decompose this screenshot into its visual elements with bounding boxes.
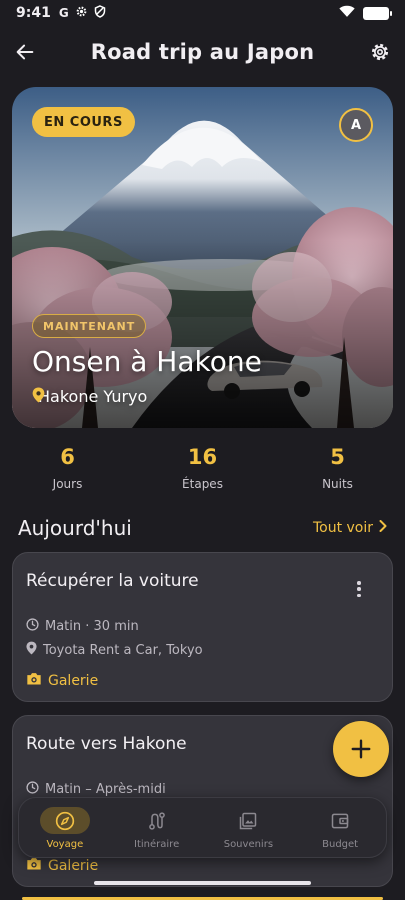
home-indicator[interactable] <box>94 881 311 885</box>
now-badge: MAINTENANT <box>32 314 147 338</box>
nav-label: Itinéraire <box>134 839 180 850</box>
nav-item-budget[interactable]: Budget <box>294 798 386 857</box>
more-vert-icon[interactable] <box>352 579 366 599</box>
status-right <box>339 5 392 22</box>
route-icon <box>132 807 182 834</box>
gallery-label: Galerie <box>48 857 99 874</box>
nav-item-itineraire[interactable]: Itinéraire <box>111 798 203 857</box>
card-place-label: Toyota Rent a Car, Tokyo <box>43 642 203 658</box>
card-time-label: Matin – Après-midi <box>45 782 166 797</box>
card-time: Matin · 30 min <box>26 618 139 635</box>
trip-stats: 6 Jours 16 Étapes 5 Nuits <box>0 445 405 495</box>
battery-icon <box>363 6 392 20</box>
stat-value: 6 <box>60 445 75 469</box>
add-photo-icon <box>26 671 42 690</box>
card-time-label: Matin · 30 min <box>45 619 139 634</box>
nav-item-souvenirs[interactable]: Souvenirs <box>203 798 295 857</box>
gallery-label: Galerie <box>48 672 99 689</box>
clock-icon <box>26 781 39 798</box>
stat-label: Nuits <box>322 477 353 491</box>
card-title: Route vers Hakone <box>26 734 187 754</box>
gear-icon <box>75 5 88 21</box>
arrow-left-icon[interactable] <box>10 37 40 67</box>
section-title: Aujourd'hui <box>18 516 132 540</box>
google-icon: G <box>58 6 69 20</box>
see-all-label: Tout voir <box>312 520 373 536</box>
nav-label: Voyage <box>46 839 84 850</box>
today-section-header: Aujourd'hui Tout voir <box>18 515 387 541</box>
card-time: Matin – Après-midi <box>26 781 166 798</box>
shield-icon <box>94 5 106 21</box>
nav-label: Souvenirs <box>223 839 274 850</box>
current-stop-title: Onsen à Hakone <box>32 345 262 378</box>
bottom-strip <box>0 888 405 900</box>
stat-stops: 16 Étapes <box>135 445 270 495</box>
gear-icon[interactable] <box>365 37 395 67</box>
stat-label: Étapes <box>182 477 223 491</box>
trip-status-badge: EN COURS <box>32 107 135 137</box>
app-bar: Road trip au Japon <box>0 30 405 74</box>
wallet-icon <box>315 807 365 834</box>
stat-label: Jours <box>52 477 83 491</box>
add-photo-icon <box>26 856 42 875</box>
nav-item-voyage[interactable]: Voyage <box>19 798 111 857</box>
location-pin-icon <box>26 641 37 659</box>
nav-label: Budget <box>322 839 359 850</box>
gallery-link[interactable]: Galerie <box>26 856 98 875</box>
chevron-right-icon <box>379 520 387 536</box>
wifi-icon <box>339 5 355 22</box>
status-bar: 9:41 G <box>0 0 405 26</box>
avatar[interactable]: A <box>339 108 373 142</box>
add-stop-button[interactable] <box>333 721 389 777</box>
compass-icon <box>39 807 90 834</box>
plus-icon <box>351 739 371 759</box>
see-all-link[interactable]: Tout voir <box>313 520 387 536</box>
location-label: Hakone Yuryo <box>38 387 148 406</box>
stat-nights: 5 Nuits <box>270 445 405 495</box>
clock-icon <box>26 618 39 635</box>
gallery-link[interactable]: Galerie <box>26 671 98 690</box>
hero-card[interactable]: EN COURS A MAINTENANT Onsen à Hakone Hak… <box>12 87 393 428</box>
current-stop-location: Hakone Yuryo <box>32 387 147 406</box>
stat-days: 6 Jours <box>0 445 135 495</box>
card-place: Toyota Rent a Car, Tokyo <box>26 641 203 659</box>
card-title: Récupérer la voiture <box>26 571 199 591</box>
status-time: 9:41 <box>16 5 51 21</box>
photo-library-icon <box>223 807 273 834</box>
itinerary-card[interactable]: Récupérer la voiture Matin · 30 min Toyo… <box>12 552 393 702</box>
stat-value: 5 <box>330 445 345 469</box>
stat-value: 16 <box>187 445 218 469</box>
page-title: Road trip au Japon <box>90 40 315 64</box>
bottom-nav: Voyage Itinéraire Souvenirs Budget <box>18 797 387 858</box>
